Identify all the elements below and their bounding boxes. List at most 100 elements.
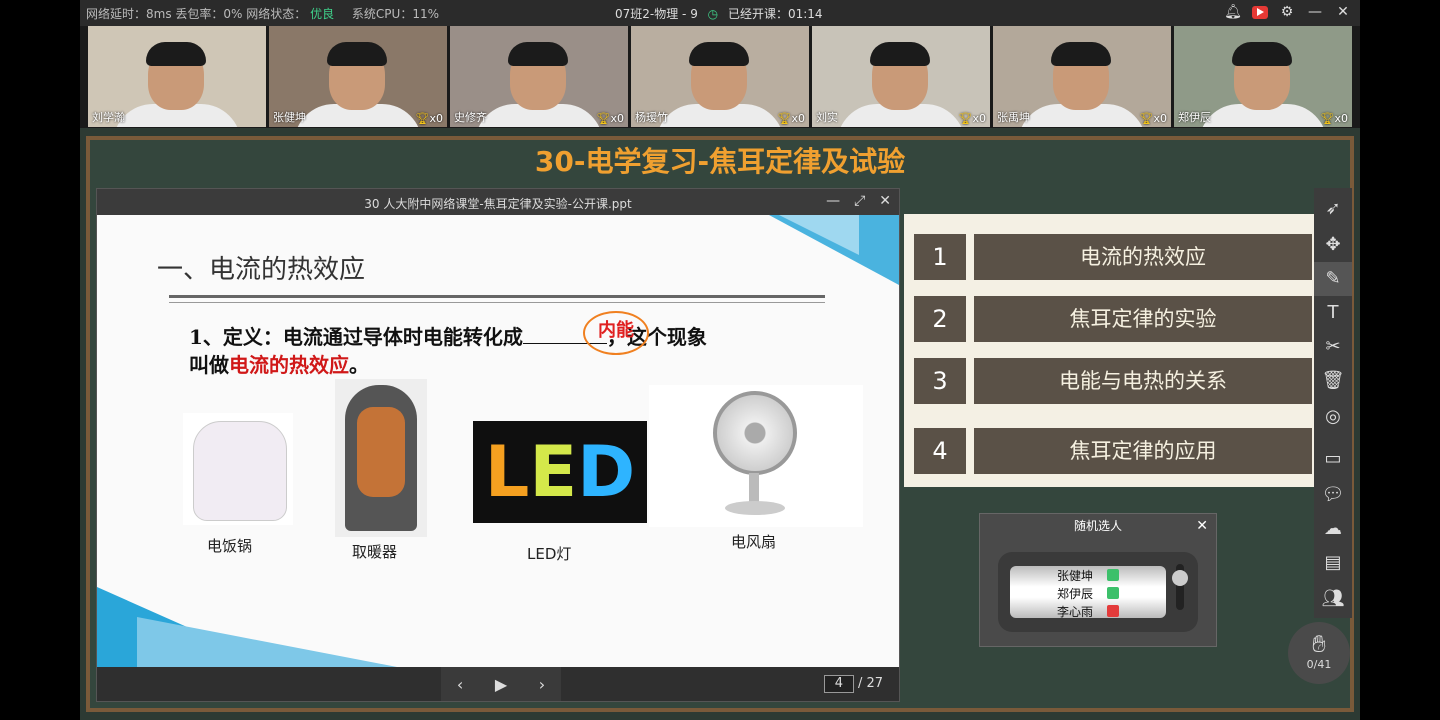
video-tile[interactable]: 杨瑷竹 🏆︎x0 — [631, 26, 809, 127]
trophy-icon: 🏆︎ — [1320, 112, 1335, 125]
network-stats-label: 网络延时：8ms 丢包率：0% 网络状态： — [86, 7, 307, 21]
reel-row: 张健坤 — [1010, 566, 1166, 584]
trophy-icon: 🏆︎ — [415, 112, 430, 125]
fan-image — [649, 385, 863, 527]
led-letter: E — [529, 431, 578, 513]
whiteboard-icon[interactable]: ▭ — [1314, 442, 1352, 476]
page-indicator: 4/ 27 — [823, 675, 883, 693]
prev-slide-icon[interactable]: ‹ — [457, 675, 463, 694]
definition-text: 1、定义：电流通过导体时电能转化成 ，这个现象 叫做电流的热效应。 — [189, 323, 829, 379]
agenda-number: 2 — [914, 296, 966, 342]
student-figure — [508, 42, 568, 66]
scissors-icon[interactable]: ✂ — [1314, 330, 1352, 364]
reel-name: 张健坤 — [1056, 568, 1093, 583]
classroom-app: 网络延时：8ms 丢包率：0% 网络状态： 优良 系统CPU：11% 07班2-… — [80, 0, 1360, 720]
reel-row: 李心雨 — [1010, 602, 1166, 618]
rice-cooker-image — [183, 413, 293, 525]
page-total: / 27 — [857, 676, 883, 691]
score-value: x0 — [429, 112, 443, 125]
video-tile[interactable]: 史修齐 🏆︎x0 — [450, 26, 628, 127]
student-figure — [689, 42, 749, 66]
class-duration: 已经开课：01:14 — [727, 7, 823, 21]
video-tile[interactable]: 张禹坤 🏆︎x0 — [993, 26, 1171, 127]
score-value: x0 — [1153, 112, 1167, 125]
clock-icon: ◷ — [707, 7, 719, 21]
users-icon[interactable]: 👥︎ — [1314, 582, 1352, 616]
student-figure — [1232, 42, 1292, 66]
gear-icon[interactable]: ⚙ — [1278, 3, 1296, 21]
score-value: x0 — [972, 112, 986, 125]
reel-name: 李心雨 — [1056, 604, 1093, 619]
agenda-label: 电能与电热的关系 — [974, 358, 1312, 404]
video-tile[interactable]: 刘实 🏆︎x0 — [812, 26, 990, 127]
participant-name: 杨瑷竹 — [635, 111, 668, 124]
ppt-window: 30 人大附中网络课堂-焦耳定律及实验-公开课.ppt — ⤢ ✕ 一、电流的热… — [96, 188, 900, 702]
image-caption: LED灯 — [527, 545, 572, 563]
pointer-icon[interactable]: ➶ — [1314, 192, 1352, 226]
trash-icon[interactable]: 🗑︎ — [1314, 364, 1352, 398]
cpu-usage: 系统CPU：11% — [351, 7, 439, 21]
trophy-icon: 🏆︎ — [596, 112, 611, 125]
cloud-icon[interactable]: ☁ — [1314, 512, 1352, 546]
fan-shape — [713, 391, 797, 475]
trophy-score: 🏆︎x0 — [416, 112, 443, 125]
page-input[interactable]: 4 — [823, 675, 854, 693]
play-icon[interactable]: ▶ — [495, 675, 507, 694]
ppt-footer: ‹ ▶ › 4/ 27 — [97, 667, 899, 701]
close-icon[interactable]: ✕ — [1334, 3, 1352, 21]
participant-name: 刘学瀚 — [92, 111, 125, 124]
close-icon[interactable]: ✕ — [1196, 514, 1208, 538]
slide-decoration — [779, 215, 859, 255]
chat-icon[interactable]: 💬︎ — [1314, 478, 1352, 512]
image-caption: 电饭锅 — [207, 537, 253, 555]
raise-hand-button[interactable]: ✋︎ 0/41 — [1288, 622, 1350, 684]
fan-stand — [749, 473, 759, 503]
raise-hand-count: 0/41 — [1306, 658, 1332, 671]
ppt-titlebar[interactable]: 30 人大附中网络课堂-焦耳定律及实验-公开课.ppt — ⤢ ✕ — [97, 189, 899, 215]
lever-knob-icon[interactable] — [1172, 570, 1188, 586]
student-figure — [870, 42, 930, 66]
score-value: x0 — [1334, 112, 1348, 125]
reel-row: 郑伊辰 — [1010, 584, 1166, 602]
led-letter: D — [577, 431, 636, 513]
agenda-label: 电流的热效应 — [974, 234, 1312, 280]
close-icon[interactable]: ✕ — [879, 193, 891, 209]
video-tile[interactable]: 郑伊辰 🏆︎x0 — [1174, 26, 1352, 127]
text-icon[interactable]: T — [1314, 296, 1352, 330]
record-icon[interactable] — [1252, 5, 1268, 19]
agenda-label: 焦耳定律的实验 — [974, 296, 1312, 342]
slide-navigation: ‹ ▶ › — [441, 667, 561, 701]
minimize-icon[interactable]: — — [1306, 3, 1324, 21]
pen-icon[interactable]: ✎ — [1314, 262, 1352, 296]
move-icon[interactable]: ✥ — [1314, 228, 1352, 262]
image-caption: 取暖器 — [352, 543, 398, 561]
picker-header[interactable]: 随机选人 ✕ — [980, 514, 1216, 538]
participant-name: 郑伊辰 — [1178, 111, 1211, 124]
video-tile[interactable]: 张健坤 🏆︎x0 — [269, 26, 447, 127]
heater-image — [335, 379, 427, 537]
video-tile[interactable]: 刘学瀚 — [88, 26, 266, 127]
slide: 一、电流的热效应 1、定义：电流通过导体时电能转化成 ，这个现象 叫做电流的热效应… — [97, 215, 899, 667]
participant-name: 张禹坤 — [997, 111, 1030, 124]
minimize-icon[interactable]: — — [826, 193, 840, 209]
name-reel: 张健坤 郑伊辰 李心雨 — [1010, 566, 1166, 618]
maximize-icon[interactable]: ⤢ — [854, 193, 865, 209]
class-name: 07班2-物理 - 9 — [615, 7, 698, 21]
slide-heading: 一、电流的热效应 — [157, 255, 366, 285]
toolbox-icon[interactable]: ▤ — [1314, 546, 1352, 580]
handwritten-answer: 内能 — [583, 311, 649, 355]
student-figure — [327, 42, 387, 66]
heading-rule — [169, 295, 825, 303]
reel-name: 郑伊辰 — [1056, 586, 1093, 601]
participant-name: 刘实 — [816, 111, 838, 124]
trophy-icon: 🏆︎ — [1139, 112, 1154, 125]
laser-icon[interactable]: ◎ — [1314, 400, 1352, 434]
bell-icon[interactable]: 🔔︎ — [1224, 3, 1242, 21]
agenda-number: 4 — [914, 428, 966, 474]
person-icon — [1107, 587, 1119, 599]
next-slide-icon[interactable]: › — [539, 675, 545, 694]
rice-cooker-shape — [193, 421, 287, 521]
hand-icon: ✋︎ — [1312, 630, 1326, 658]
agenda-number: 3 — [914, 358, 966, 404]
student-figure — [146, 42, 206, 66]
